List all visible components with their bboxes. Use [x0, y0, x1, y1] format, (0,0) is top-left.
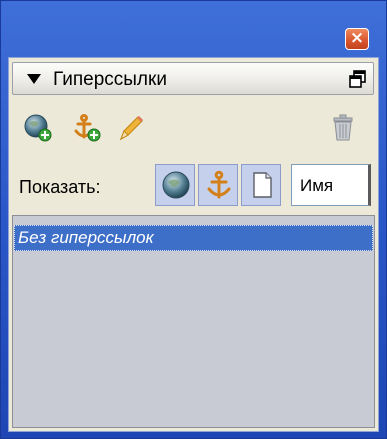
- hyperlinks-list[interactable]: Без гиперссылок: [12, 215, 375, 428]
- sort-select[interactable]: Имя: [291, 164, 371, 206]
- new-anchor-plus-icon[interactable]: [72, 113, 102, 143]
- list-item[interactable]: Без гиперссылок: [14, 225, 373, 251]
- undock-panel-icon[interactable]: [349, 70, 367, 88]
- filter-pages-button[interactable]: [241, 164, 281, 206]
- close-icon: ×: [349, 28, 365, 48]
- edit-pencil-icon[interactable]: [116, 113, 146, 143]
- title-bar[interactable]: ×: [1, 1, 386, 51]
- page-icon: [253, 172, 272, 198]
- show-label: Показать:: [19, 177, 101, 197]
- anchor-icon: [207, 170, 231, 199]
- globe-icon: [162, 171, 190, 199]
- filter-anchors-button[interactable]: [198, 164, 238, 206]
- panel-title: Гиперссылки: [53, 69, 167, 90]
- new-link-globe-plus-icon[interactable]: [23, 113, 53, 143]
- panel-content: Гиперссылки Показать: Имя Без гиперссыло…: [8, 57, 379, 432]
- close-button[interactable]: ×: [345, 28, 369, 50]
- panel-header[interactable]: Гиперссылки: [12, 62, 374, 95]
- list-item-label: Без гиперссылок: [18, 228, 154, 247]
- filter-web-links-button[interactable]: [155, 164, 195, 206]
- delete-trash-icon[interactable]: [328, 113, 358, 143]
- hyperlinks-window: × Гиперссылки Показать: Имя Без гиперссы…: [0, 0, 387, 439]
- collapse-arrow-icon[interactable]: [27, 74, 41, 84]
- sort-select-value: Имя: [300, 176, 334, 195]
